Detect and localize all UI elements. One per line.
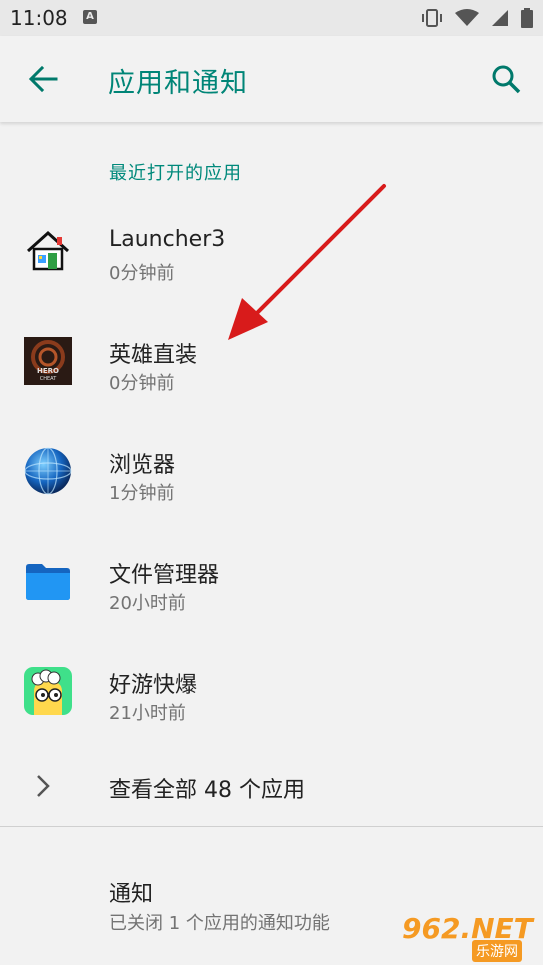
app-last-used: 21小时前 (109, 703, 186, 724)
notifications-summary: 已关闭 1 个应用的通知功能 (109, 913, 330, 934)
divider (0, 826, 543, 827)
app-name: Launcher3 (109, 227, 226, 252)
app-name: 文件管理器 (109, 563, 220, 588)
status-time: 11:08 (10, 6, 68, 30)
see-all-apps-label: 查看全部 48 个应用 (109, 778, 305, 803)
app-last-used: 20小时前 (109, 593, 186, 614)
chevron-right-icon (37, 775, 50, 797)
app-row-browser[interactable]: 浏览器 1分钟前 (0, 447, 543, 557)
svg-text:CHEAT: CHEAT (40, 376, 57, 382)
svg-text:HERO: HERO (37, 367, 59, 375)
app-row-haoyou-kuaibao[interactable]: 好游快爆 21小时前 (0, 667, 543, 777)
battery-icon (521, 8, 533, 28)
app-row-file-manager[interactable]: 文件管理器 20小时前 (0, 557, 543, 667)
app-bar: 应用和通知 (0, 36, 543, 122)
app-row-hero-cheat[interactable]: HERO CHEAT 英雄直装 0分钟前 (0, 337, 543, 447)
launcher-house-icon (26, 230, 70, 271)
watermark-logo: 962.NET 乐游网 (402, 912, 537, 962)
signal-icon (492, 10, 508, 26)
watermark-sub: 乐游网 (472, 940, 522, 962)
wifi-icon (455, 9, 479, 26)
app-last-used: 0分钟前 (109, 263, 175, 284)
status-icons (421, 8, 533, 28)
notification-a-icon: A (83, 10, 97, 24)
haoyou-kuaibao-icon (24, 667, 72, 715)
app-name: 英雄直装 (109, 343, 198, 368)
page-title: 应用和通知 (108, 68, 248, 99)
app-name: 浏览器 (109, 453, 176, 478)
annotation-arrow-icon (228, 184, 386, 340)
browser-globe-icon (24, 447, 72, 495)
app-name: 好游快爆 (109, 673, 198, 698)
back-arrow-icon[interactable] (26, 62, 60, 96)
vibrate-icon (422, 9, 442, 27)
folder-icon (26, 564, 70, 600)
app-last-used: 1分钟前 (109, 483, 175, 504)
hero-cheat-icon: HERO CHEAT (24, 337, 72, 385)
notifications-title: 通知 (109, 882, 154, 907)
status-bar: 11:08 A (0, 0, 543, 36)
app-last-used: 0分钟前 (109, 373, 175, 394)
see-all-apps-row[interactable]: 查看全部 48 个应用 (0, 764, 543, 810)
search-icon[interactable] (489, 62, 523, 96)
